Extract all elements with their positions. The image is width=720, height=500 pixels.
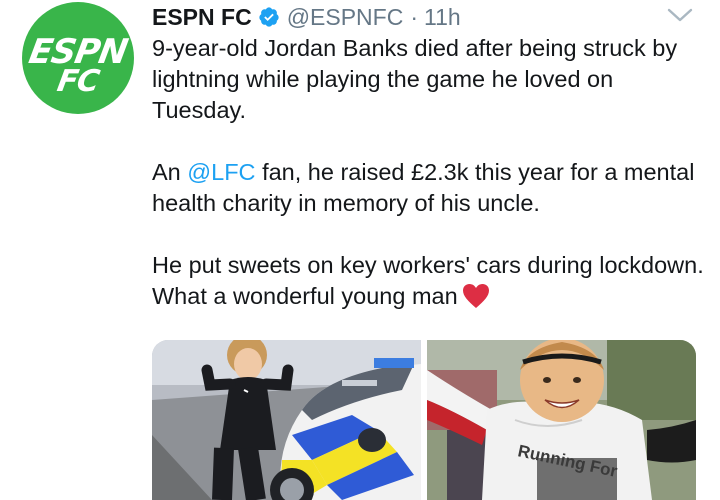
tweet-paragraph-2: An @LFC fan, he raised £2.3k this year f…: [152, 157, 708, 219]
avatar-logo-text-bottom: FC: [54, 64, 102, 99]
display-name[interactable]: ESPN FC: [152, 4, 252, 31]
chevron-down-icon[interactable]: [666, 4, 694, 26]
avatar[interactable]: ESPN FC: [22, 2, 134, 114]
media-grid: Running For: [152, 340, 696, 500]
media-photo-1[interactable]: [152, 340, 421, 500]
tweet[interactable]: ESPN FC ESPN FC @ESPNFC · 11h 9-year-old…: [0, 0, 720, 500]
photo-1-image: [152, 340, 421, 500]
photo-2-image: Running For: [427, 340, 696, 500]
red-heart-icon: [462, 284, 489, 308]
separator-dot: ·: [410, 3, 418, 30]
mention-link[interactable]: @LFC: [187, 159, 255, 185]
verified-badge-icon: [259, 7, 279, 27]
tweet-paragraph-3: He put sweets on key workers' cars durin…: [152, 250, 708, 312]
tweet-text: 9-year-old Jordan Banks died after being…: [152, 33, 708, 312]
tweet-header: ESPN FC @ESPNFC · 11h: [152, 2, 461, 32]
paragraph-3-text: He put sweets on key workers' cars durin…: [152, 252, 704, 309]
paragraph-2-prefix: An: [152, 159, 188, 185]
user-handle[interactable]: @ESPNFC: [287, 4, 404, 31]
tweet-paragraph-1: 9-year-old Jordan Banks died after being…: [152, 35, 678, 123]
media-photo-2[interactable]: Running For: [427, 340, 696, 500]
timestamp[interactable]: 11h: [424, 4, 461, 31]
